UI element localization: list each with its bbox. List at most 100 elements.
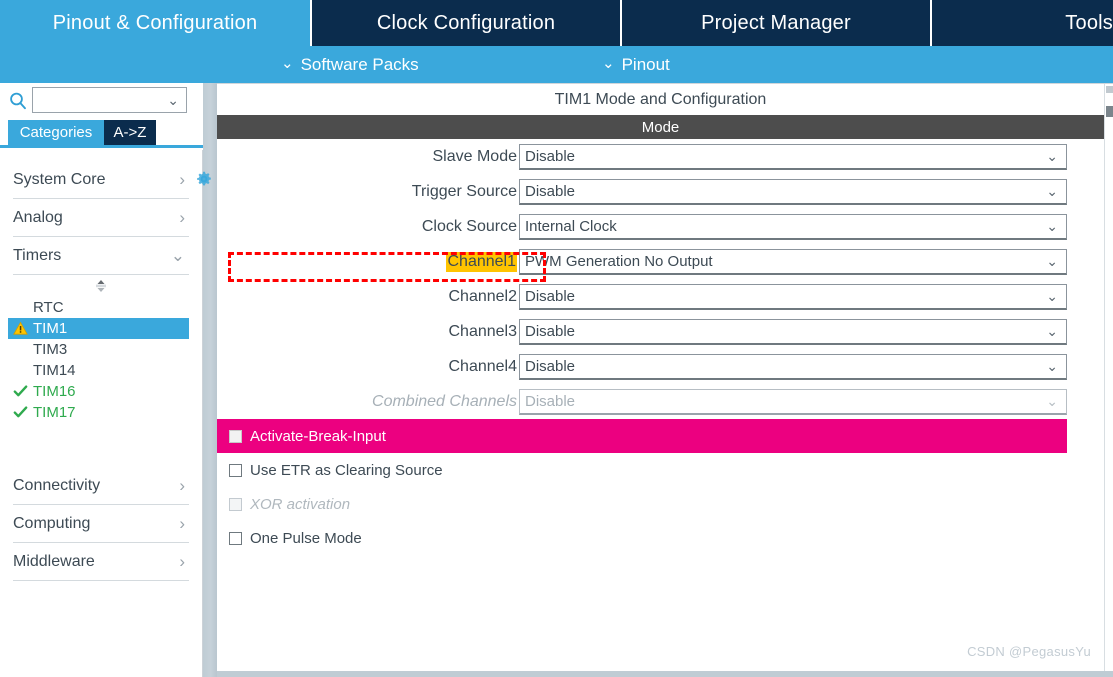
sidebar-item-middleware[interactable]: Middleware ›	[13, 543, 189, 581]
peripheral-item-rtc[interactable]: RTC	[0, 297, 202, 318]
channel4-dropdown[interactable]: Disable ⌄	[519, 353, 1067, 380]
peripheral-label: RTC	[33, 299, 64, 316]
channel1-dropdown[interactable]: PWM Generation No Output ⌄	[519, 248, 1067, 275]
secondary-toolbar: ⌄ Software Packs ⌄ Pinout	[0, 46, 1113, 83]
watermark: CSDN @PegasusYu	[967, 644, 1091, 659]
peripheral-label: TIM1	[33, 320, 68, 337]
chevron-right-icon: ›	[179, 170, 185, 189]
sidebar-item-timers[interactable]: Timers ⌄	[13, 237, 189, 275]
category-tree: System Core › Analog › Timers ⌄ RTC TIM1…	[0, 150, 203, 677]
menu-label: Software Packs	[300, 54, 419, 74]
channel2-dropdown[interactable]: Disable ⌄	[519, 283, 1067, 310]
bottom-strip	[217, 671, 1113, 677]
dropdown-value: Disable	[525, 147, 576, 165]
mode-form: Slave Mode Disable ⌄ Trigger Source Disa…	[217, 139, 1104, 555]
category-label: Connectivity	[13, 476, 101, 494]
clock-source-dropdown[interactable]: Internal Clock ⌄	[519, 213, 1067, 240]
cubemx-window: Pinout & Configuration Clock Configurati…	[0, 0, 1113, 677]
dropdown-value: Disable	[525, 287, 576, 305]
checkbox-row-one-pulse-mode[interactable]: One Pulse Mode	[217, 521, 1067, 555]
peripheral-label: TIM14	[33, 362, 76, 379]
checkbox-label: Activate-Break-Input	[250, 427, 386, 445]
tab-project-manager[interactable]: Project Manager	[622, 0, 932, 46]
tab-clock-configuration[interactable]: Clock Configuration	[312, 0, 622, 46]
field-label: Trigger Source	[411, 182, 517, 200]
peripheral-label: TIM17	[33, 404, 76, 421]
peripheral-list: RTC TIM1 TIM3 TIM14 TIM16 TIM17	[0, 297, 202, 423]
sidebar-view-toggle: Categories A->Z	[8, 120, 156, 145]
checkbox-row-use-etr-as-clearing-source[interactable]: Use ETR as Clearing Source	[217, 453, 1067, 487]
peripheral-item-tim3[interactable]: TIM3	[0, 339, 202, 360]
field-label: Channel1	[217, 251, 519, 272]
main-tab-bar: Pinout & Configuration Clock Configurati…	[0, 0, 1113, 46]
chevron-right-icon: ›	[179, 552, 185, 571]
checkbox-icon[interactable]	[229, 531, 242, 545]
sidebar-item-computing[interactable]: Computing ›	[13, 505, 189, 543]
dropdown-value: Disable	[525, 182, 576, 200]
field-label: Slave Mode	[432, 147, 518, 165]
sidebar-item-system-core[interactable]: System Core ›	[13, 161, 189, 199]
search-row: ⌄	[0, 83, 203, 118]
sidebar-item-connectivity[interactable]: Connectivity ›	[13, 467, 189, 505]
form-row-slave-mode: Slave Mode Disable ⌄	[217, 139, 1104, 174]
panel-scrollbar[interactable]	[1104, 84, 1113, 677]
mode-section-label: Mode	[641, 118, 680, 136]
trigger-source-dropdown[interactable]: Disable ⌄	[519, 178, 1067, 205]
checkbox-row-xor-activation: XOR activation	[217, 487, 1067, 521]
dropdown-value: Internal Clock	[525, 217, 617, 235]
tab-tools[interactable]: Tools	[932, 0, 1113, 46]
sidebar-toggle-underline	[0, 145, 203, 148]
slave-mode-dropdown[interactable]: Disable ⌄	[519, 143, 1067, 170]
chevron-down-icon[interactable]: ⌄	[167, 93, 179, 107]
peripheral-item-tim16[interactable]: TIM16	[0, 381, 202, 402]
menu-pinout[interactable]: ⌄ Pinout	[602, 46, 670, 83]
chevron-down-icon: ⌄	[281, 55, 294, 72]
chevron-down-icon: ⌄	[1046, 252, 1058, 269]
chevron-down-icon: ⌄	[602, 55, 615, 72]
peripheral-item-tim14[interactable]: TIM14	[0, 360, 202, 381]
combined-channels-dropdown: Disable ⌄	[519, 388, 1067, 415]
tree-scroll-indicator[interactable]	[0, 275, 202, 297]
checkbox-row-activate-break-input[interactable]: Activate-Break-Input	[217, 419, 1067, 453]
chevron-down-icon: ⌄	[1046, 287, 1058, 304]
checkbox-icon[interactable]	[229, 429, 242, 443]
peripheral-item-tim1[interactable]: TIM1	[8, 318, 189, 339]
chevron-down-icon: ⌄	[1046, 357, 1058, 374]
toggle-label: Categories	[19, 124, 93, 141]
chevron-down-icon: ⌄	[1046, 392, 1058, 409]
mode-section-header: Mode	[217, 115, 1104, 139]
dropdown-value: Disable	[525, 357, 576, 375]
configuration-panel: TIM1 Mode and Configuration Mode Slave M…	[217, 83, 1113, 677]
tab-label: Pinout & Configuration	[52, 11, 258, 34]
check-icon	[13, 405, 28, 420]
chevron-down-icon: ⌄	[1046, 182, 1058, 199]
scrollbar-thumb[interactable]	[1106, 106, 1113, 117]
checkbox-icon[interactable]	[229, 463, 242, 477]
toggle-categories[interactable]: Categories	[8, 120, 104, 145]
tab-pinout-configuration[interactable]: Pinout & Configuration	[0, 0, 312, 46]
field-label: Channel3	[448, 322, 518, 340]
chevron-down-icon: ⌄	[1046, 322, 1058, 339]
chevron-down-icon: ⌄	[1046, 147, 1058, 164]
search-box[interactable]: ⌄	[32, 87, 187, 113]
dropdown-value: Disable	[525, 322, 576, 340]
checkbox-label: One Pulse Mode	[250, 529, 362, 547]
gear-icon[interactable]	[196, 171, 212, 187]
peripheral-item-tim17[interactable]: TIM17	[0, 402, 202, 423]
scrollbar-up-button[interactable]	[1106, 86, 1113, 93]
peripheral-label: TIM3	[33, 341, 68, 358]
toggle-label: A->Z	[113, 124, 147, 141]
search-input[interactable]	[37, 90, 167, 112]
form-row-channel2: Channel2 Disable ⌄	[217, 279, 1104, 314]
checkbox-label: Use ETR as Clearing Source	[250, 461, 443, 479]
category-label: System Core	[13, 170, 106, 188]
checkbox-icon	[229, 497, 242, 511]
channel3-dropdown[interactable]: Disable ⌄	[519, 318, 1067, 345]
menu-software-packs[interactable]: ⌄ Software Packs	[281, 46, 419, 83]
toggle-a-to-z[interactable]: A->Z	[104, 120, 156, 145]
chevron-right-icon: ›	[179, 208, 185, 227]
form-row-channel1: Channel1 PWM Generation No Output ⌄	[217, 244, 1104, 279]
sidebar-item-analog[interactable]: Analog ›	[13, 199, 189, 237]
form-row-channel3: Channel3 Disable ⌄	[217, 314, 1104, 349]
chevron-down-icon: ⌄	[170, 246, 185, 265]
